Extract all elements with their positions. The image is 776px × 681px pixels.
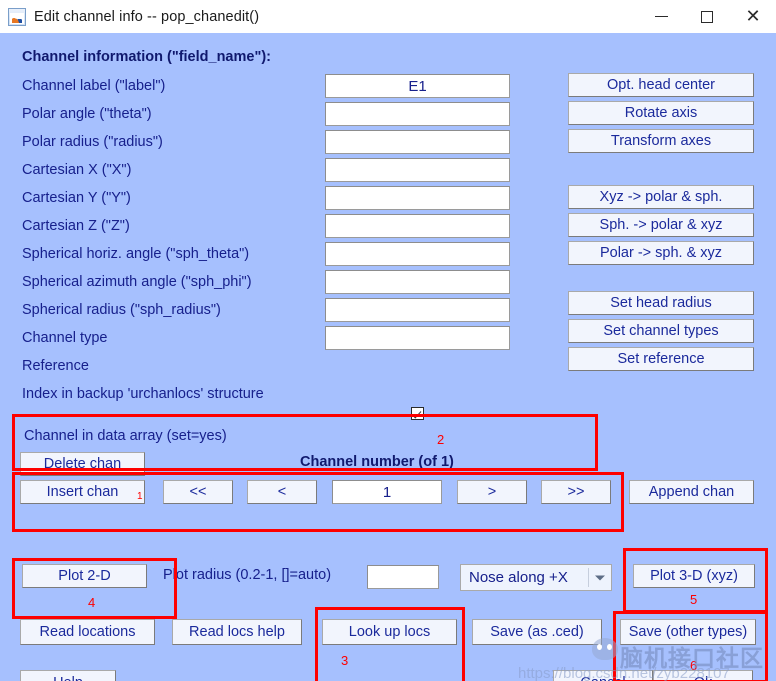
set-reference-button[interactable]: Set reference	[568, 347, 754, 371]
label-channel-in-data-array: Channel in data array (set=yes)	[24, 428, 227, 444]
annotation-number-2: 2	[437, 432, 445, 447]
watermark-url: https://blog.csdn.net/zyb228107	[518, 665, 730, 681]
label-cartesian-y: Cartesian Y ("Y")	[22, 190, 131, 206]
watermark-face-icon	[592, 638, 618, 660]
help-button[interactable]: Help	[20, 670, 116, 681]
input-channel-type[interactable]	[325, 326, 510, 350]
chevron-down-icon	[595, 575, 605, 580]
first-channel-button[interactable]: <<	[163, 480, 233, 504]
close-button[interactable]: ✕	[730, 0, 776, 33]
read-locations-button[interactable]: Read locations	[20, 619, 155, 645]
dialog-client-area: Channel information ("field_name"): Chan…	[0, 33, 776, 681]
plot-2d-button[interactable]: Plot 2-D	[22, 564, 147, 588]
matlab-icon	[8, 7, 26, 26]
label-plot-radius: Plot radius (0.2-1, []=auto)	[163, 567, 332, 583]
label-channel-label: Channel label ("label")	[22, 78, 166, 94]
label-sph-radius: Spherical radius ("sph_radius")	[22, 302, 221, 318]
label-sph-phi: Spherical azimuth angle ("sph_phi")	[22, 274, 252, 290]
page-title: Channel information ("field_name"):	[22, 49, 271, 65]
input-polar-radius[interactable]	[325, 130, 510, 154]
label-polar-radius: Polar radius ("radius")	[22, 134, 163, 150]
transform-axes-button[interactable]: Transform axes	[568, 129, 754, 153]
append-chan-button[interactable]: Append chan	[629, 480, 754, 504]
select-divider	[588, 568, 589, 587]
window-controls: ✕	[638, 0, 776, 33]
input-polar-angle[interactable]	[325, 102, 510, 126]
input-sph-radius[interactable]	[325, 298, 510, 322]
nose-orientation-value: Nose along +X	[469, 569, 568, 586]
rotate-axis-button[interactable]: Rotate axis	[568, 101, 754, 125]
channel-in-data-array-checkbox[interactable]	[411, 407, 424, 420]
nose-orientation-select[interactable]: Nose along +X	[460, 564, 612, 591]
read-locs-help-button[interactable]: Read locs help	[172, 619, 302, 645]
close-icon: ✕	[745, 5, 761, 26]
set-channel-types-button[interactable]: Set channel types	[568, 319, 754, 343]
label-sph-theta: Spherical horiz. angle ("sph_theta")	[22, 246, 250, 262]
minimize-button[interactable]	[638, 0, 684, 33]
prev-channel-button[interactable]: <	[247, 480, 317, 504]
annotation-number-1: 1	[137, 491, 143, 502]
insert-chan-button[interactable]: Insert chan	[20, 480, 145, 504]
label-cartesian-x: Cartesian X ("X")	[22, 162, 132, 178]
label-polar-angle: Polar angle ("theta")	[22, 106, 152, 122]
app-window: Edit channel info -- pop_chanedit() ✕ Ch…	[0, 0, 776, 681]
annotation-number-5: 5	[690, 592, 698, 607]
input-channel-label[interactable]: E1	[325, 74, 510, 98]
annotation-number-3: 3	[341, 653, 349, 668]
next-channel-button[interactable]: >	[457, 480, 527, 504]
set-head-radius-button[interactable]: Set head radius	[568, 291, 754, 315]
last-channel-button[interactable]: >>	[541, 480, 611, 504]
xyz-to-polar-sph-button[interactable]: Xyz -> polar & sph.	[568, 185, 754, 209]
minimize-icon	[654, 16, 668, 17]
maximize-icon	[701, 10, 713, 23]
polar-to-sph-xyz-button[interactable]: Polar -> sph. & xyz	[568, 241, 754, 265]
annotation-number-4: 4	[88, 595, 96, 610]
window-title: Edit channel info -- pop_chanedit()	[34, 8, 260, 25]
opt-head-center-button[interactable]: Opt. head center	[568, 73, 754, 97]
window-title-bar: Edit channel info -- pop_chanedit() ✕	[0, 0, 776, 33]
input-sph-theta[interactable]	[325, 242, 510, 266]
channel-number-title: Channel number (of 1)	[300, 454, 454, 470]
look-up-locs-button[interactable]: Look up locs	[322, 619, 457, 645]
label-urchanlocs-index: Index in backup 'urchanlocs' structure	[22, 386, 264, 402]
delete-chan-button[interactable]: Delete chan	[20, 452, 145, 476]
label-cartesian-z: Cartesian Z ("Z")	[22, 218, 130, 234]
save-as-ced-button[interactable]: Save (as .ced)	[472, 619, 602, 645]
input-sph-phi[interactable]	[325, 270, 510, 294]
channel-number-input[interactable]: 1	[332, 480, 442, 504]
plot-radius-input[interactable]	[367, 565, 439, 589]
sph-to-polar-xyz-button[interactable]: Sph. -> polar & xyz	[568, 213, 754, 237]
plot-3d-button[interactable]: Plot 3-D (xyz)	[633, 564, 755, 588]
input-cartesian-z[interactable]	[325, 214, 510, 238]
maximize-button[interactable]	[684, 0, 730, 33]
input-cartesian-y[interactable]	[325, 186, 510, 210]
label-channel-type: Channel type	[22, 330, 108, 346]
input-cartesian-x[interactable]	[325, 158, 510, 182]
label-reference: Reference	[22, 358, 89, 374]
